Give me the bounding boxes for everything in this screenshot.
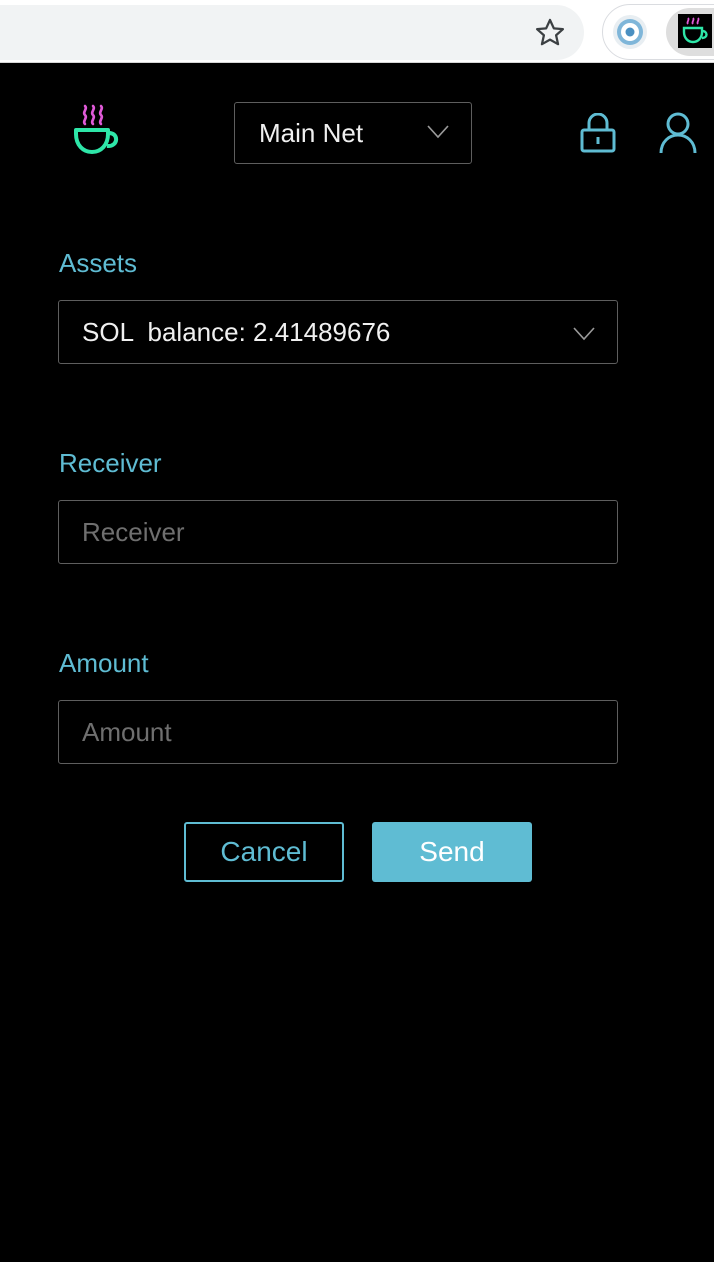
- send-button[interactable]: Send: [372, 822, 532, 882]
- network-select[interactable]: Main Net: [234, 102, 472, 164]
- amount-label: Amount: [59, 648, 149, 678]
- address-bar[interactable]: [0, 5, 584, 60]
- receiver-input[interactable]: [59, 501, 617, 563]
- chevron-down-icon: [573, 327, 595, 341]
- amount-field-container: [58, 700, 618, 764]
- coffee-cup-extension-icon[interactable]: [678, 14, 712, 48]
- assets-label: Assets: [59, 248, 138, 278]
- receiver-label: Receiver: [59, 448, 162, 478]
- coffee-cup-logo: [74, 104, 119, 154]
- lock-icon[interactable]: [580, 113, 616, 153]
- chevron-down-icon: [427, 125, 449, 139]
- user-icon[interactable]: [658, 112, 698, 154]
- eye-extension-icon[interactable]: [612, 14, 648, 50]
- asset-select[interactable]: SOL balance: 2.41489676: [58, 300, 618, 364]
- cancel-button[interactable]: Cancel: [184, 822, 344, 882]
- amount-input[interactable]: [59, 701, 617, 763]
- receiver-field-container: [58, 500, 618, 564]
- network-select-value: Main Net: [259, 117, 364, 148]
- asset-select-value: SOL balance: 2.41489676: [82, 316, 391, 347]
- star-icon[interactable]: [533, 16, 567, 50]
